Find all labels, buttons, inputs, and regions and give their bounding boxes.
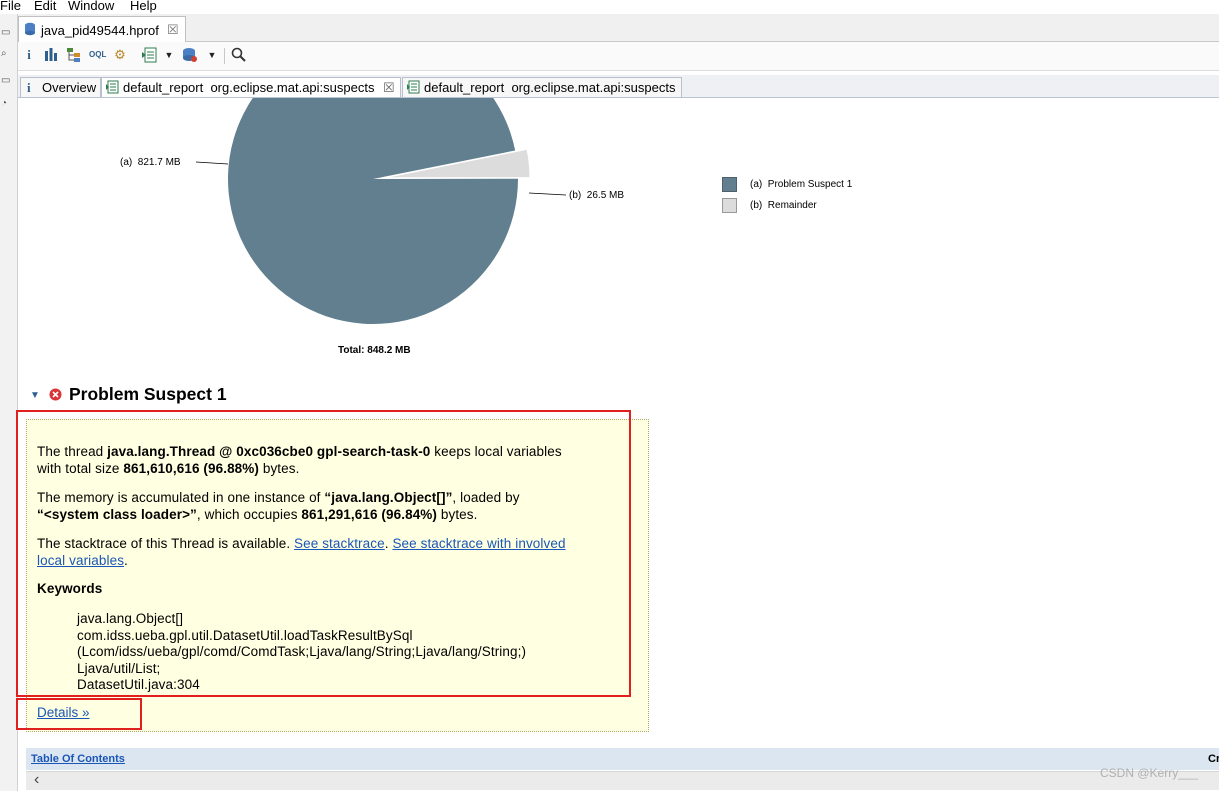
restore-icon-2[interactable]: ▭ xyxy=(1,76,12,86)
heap-dump-icon xyxy=(25,22,35,36)
thread-overview-icon[interactable]: ⚙ xyxy=(112,47,128,63)
tab-default-report-1[interactable]: default_report org.eclipse.mat.api:suspe… xyxy=(101,77,401,97)
histogram-icon[interactable] xyxy=(43,47,59,63)
chevron-down-icon[interactable]: ▼ xyxy=(161,47,177,63)
toc-right-label: Cr xyxy=(1208,753,1219,765)
legend-item-a: (a) Problem Suspect 1 xyxy=(750,179,853,190)
close-icon[interactable]: ☒ xyxy=(167,22,179,38)
reports-dropdown-icon[interactable] xyxy=(142,47,158,63)
error-icon xyxy=(49,388,62,401)
legend-swatch-b xyxy=(722,198,737,213)
legend-item-b: (b) Remainder xyxy=(750,200,817,211)
pie-slices xyxy=(228,98,531,324)
leader-line-b xyxy=(528,192,567,196)
report-icon xyxy=(407,80,420,94)
query-browser-icon[interactable] xyxy=(182,47,198,63)
leader-line-a xyxy=(195,161,229,165)
editor-tab-label: java_pid49544.hprof xyxy=(41,23,159,38)
scroll-left-icon[interactable]: ‹ xyxy=(34,771,39,789)
pie-slice-a xyxy=(228,98,518,324)
pie-chart xyxy=(195,98,567,324)
toc-bar: Table Of Contents Cr xyxy=(26,748,1219,770)
suspect-title: Problem Suspect 1 xyxy=(69,384,227,404)
tab-overview[interactable]: i Overview xyxy=(20,77,101,97)
watermark: CSDN @Kerry___ xyxy=(1100,766,1199,780)
tab-default-report-2[interactable]: default_report org.eclipse.mat.api:suspe… xyxy=(402,77,682,97)
close-icon[interactable]: ☒ xyxy=(383,78,395,97)
legend-swatch-a xyxy=(722,177,737,192)
dominator-tree-icon[interactable] xyxy=(66,47,82,63)
info-icon[interactable]: i xyxy=(21,47,37,63)
table-of-contents-link[interactable]: Table Of Contents xyxy=(31,753,125,765)
report-tab-bar: i Overview default_report org.eclipse.ma… xyxy=(18,75,1219,98)
editor-tab-bar xyxy=(18,14,1219,42)
slice-label-a: (a) 821.7 MB xyxy=(120,157,181,168)
toolbar-separator xyxy=(224,48,225,64)
highlight-box-description xyxy=(16,410,631,697)
menu-edit[interactable]: Edit xyxy=(34,0,56,13)
menu-help[interactable]: Help xyxy=(130,0,157,13)
tab-default-report-2-label: default_report org.eclipse.mat.api:suspe… xyxy=(424,80,676,95)
oql-icon[interactable]: OQL xyxy=(89,47,106,63)
tab-overview-label: Overview xyxy=(42,80,97,95)
collapse-triangle-icon[interactable]: ▼ xyxy=(30,390,40,401)
horizontal-scrollbar[interactable]: ‹ xyxy=(26,771,1219,790)
menu-bar: File Edit Window Help xyxy=(0,0,1219,14)
menu-file[interactable]: File xyxy=(0,0,21,13)
pie-total-label: Total: 848.2 MB xyxy=(338,345,411,356)
menu-window[interactable]: Window xyxy=(68,0,114,13)
editor-tab-hprof[interactable]: java_pid49544.hprof ☒ xyxy=(18,16,186,42)
restore-icon[interactable]: ▭ xyxy=(1,28,12,38)
slice-label-b: (b) 26.5 MB xyxy=(569,190,625,201)
search-icon[interactable] xyxy=(230,47,246,63)
toolbar: i OQL ⚙ ▼ ▼ xyxy=(18,42,1219,71)
report-icon xyxy=(106,80,119,94)
highlight-box-details xyxy=(16,698,142,730)
history-icon[interactable]: ◔ xyxy=(1,99,12,109)
chevron-down-icon-2[interactable]: ▼ xyxy=(204,47,220,63)
inspector-icon[interactable]: ⌕ xyxy=(1,49,12,59)
tab-default-report-1-label: default_report org.eclipse.mat.api:suspe… xyxy=(123,80,375,95)
info-icon: i xyxy=(27,80,31,95)
